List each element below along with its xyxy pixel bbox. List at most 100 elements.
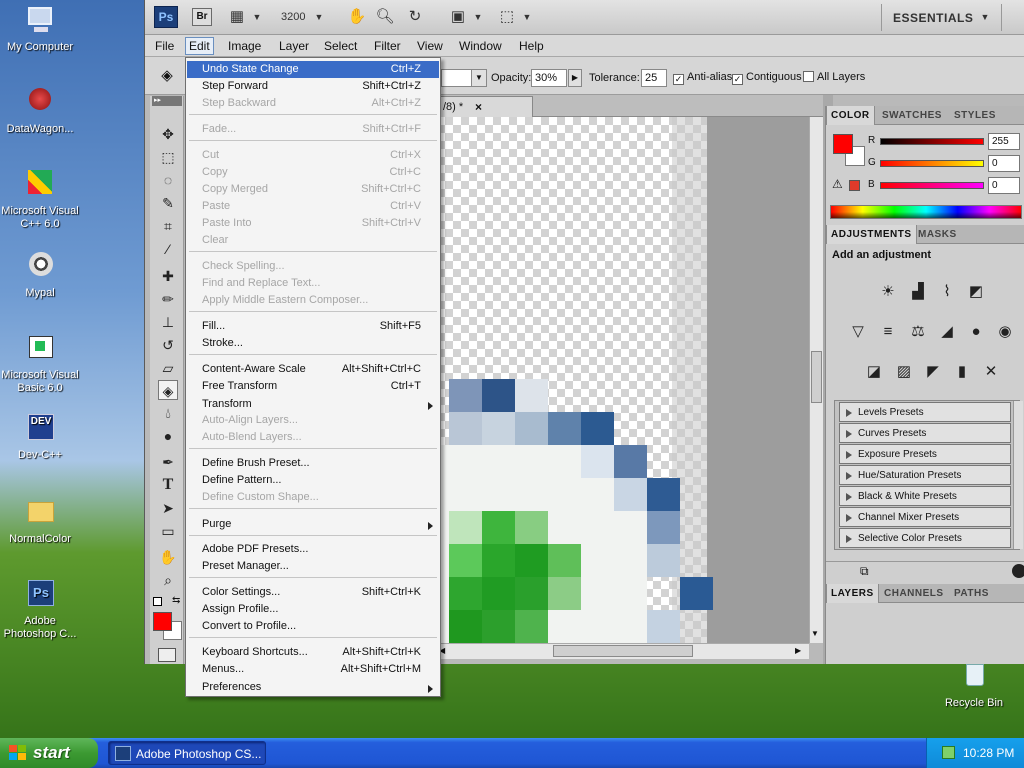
hand-tool-icon[interactable]: ✋ (158, 547, 178, 567)
menu-help[interactable]: Help (516, 38, 547, 54)
eyedropper-tool-icon[interactable]: ⁄ (158, 239, 178, 259)
chevron-down-icon[interactable]: ▼ (247, 7, 267, 27)
contiguous-checkbox[interactable]: ✓ Contiguous (732, 71, 802, 85)
menu-item-free-transform[interactable]: Free Transform Ctrl+T (187, 378, 439, 395)
close-icon[interactable]: × (475, 100, 482, 114)
chevron-down-icon[interactable]: ▼ (975, 7, 995, 27)
blue-slider[interactable] (880, 182, 984, 189)
swap-colors-icon[interactable]: ⇆ (172, 595, 180, 606)
path-selection-tool-icon[interactable]: ➤ (158, 498, 178, 518)
presets-scrollbar[interactable] (1013, 401, 1023, 549)
preset-levels[interactable]: Levels Presets (839, 402, 1011, 422)
foreground-color-swatch[interactable] (153, 612, 172, 631)
document-canvas-area[interactable] (435, 117, 809, 643)
blue-value-input[interactable]: 0 (988, 177, 1020, 194)
brightness-contrast-icon[interactable]: ☀ (876, 280, 900, 304)
tab-swatches[interactable]: SWATCHES (878, 106, 946, 125)
all-layers-checkbox[interactable]: All Layers (803, 71, 865, 83)
gamut-warning-icon[interactable]: ⚠ (832, 177, 843, 191)
return-to-list-icon[interactable]: ⧉ (860, 564, 869, 579)
green-value-input[interactable]: 0 (988, 155, 1020, 172)
history-brush-tool-icon[interactable]: ↺ (158, 335, 178, 355)
type-tool-icon[interactable]: T (158, 475, 178, 495)
red-value-input[interactable]: 255 (988, 133, 1020, 150)
menu-item-preset-manager[interactable]: Preset Manager... (187, 558, 439, 575)
document-tab[interactable]: /8) * × (437, 96, 533, 117)
photo-filter-icon[interactable]: ● (964, 320, 988, 344)
vertical-scrollbar[interactable]: ▼ (809, 117, 823, 643)
image-canvas[interactable] (437, 117, 713, 643)
desktop-icon-dev-cpp[interactable]: DEV Dev-C++ (0, 412, 80, 462)
workspace-switcher[interactable]: ESSENTIALS (893, 11, 973, 25)
menu-image[interactable]: Image (225, 38, 264, 54)
preset-hue-saturation[interactable]: Hue/Saturation Presets (839, 465, 1011, 485)
menu-item-convert-to-profile[interactable]: Convert to Profile... (187, 618, 439, 635)
tab-masks[interactable]: MASKS (914, 225, 961, 244)
desktop-icon-visual-cpp[interactable]: Microsoft Visual C++ 6.0 (0, 168, 80, 231)
preset-black-white[interactable]: Black & White Presets (839, 486, 1011, 506)
levels-icon[interactable]: ▟ (906, 280, 930, 304)
rotate-view-icon[interactable]: ↻ (405, 7, 425, 27)
opacity-input[interactable]: 30% (531, 69, 567, 87)
gradient-map-icon[interactable]: ▮ (950, 360, 974, 384)
channel-mixer-icon[interactable]: ◉ (993, 320, 1017, 344)
paint-bucket-tool-icon[interactable]: ◈ (158, 380, 178, 400)
launch-bridge-button[interactable]: Br (192, 8, 212, 26)
menu-item-menus[interactable]: Menus... Alt+Shift+Ctrl+M (187, 661, 439, 678)
desktop-icon-normalcolor[interactable]: NormalColor (0, 496, 80, 546)
screen-mode-icon[interactable]: ⬚ (497, 7, 517, 27)
preset-channel-mixer[interactable]: Channel Mixer Presets (839, 507, 1011, 527)
quick-selection-tool-icon[interactable]: ✎ (158, 193, 178, 213)
zoom-tool-icon[interactable]: 🔍︎ (375, 7, 395, 27)
menu-layer[interactable]: Layer (276, 38, 312, 54)
crop-tool-icon[interactable]: ⌗ (158, 216, 178, 236)
menu-view[interactable]: View (414, 38, 446, 54)
zoom-level[interactable]: 3200 (281, 11, 305, 23)
chevron-down-icon[interactable]: ▼ (517, 7, 537, 27)
desktop-icon-recycle-bin[interactable]: Recycle Bin (934, 660, 1014, 710)
start-button[interactable]: start (0, 738, 98, 768)
vibrance-icon[interactable]: ▽ (846, 320, 870, 344)
lasso-tool-icon[interactable]: ◌ (158, 170, 178, 190)
posterize-icon[interactable]: ▨ (892, 360, 916, 384)
tab-channels[interactable]: CHANNELS (880, 584, 948, 603)
preset-selective-color[interactable]: Selective Color Presets (839, 528, 1011, 548)
blur-tool-icon[interactable]: 💧︎ (158, 403, 178, 423)
opacity-slider-button[interactable]: ▶ (568, 69, 582, 87)
menu-item-define-pattern[interactable]: Define Pattern... (187, 472, 439, 489)
menu-item-step-forward[interactable]: Step Forward Shift+Ctrl+Z (187, 78, 439, 95)
dodge-tool-icon[interactable]: ● (158, 426, 178, 446)
selective-color-icon[interactable]: ✕ (979, 360, 1003, 384)
panel-fg-color-swatch[interactable] (833, 134, 853, 154)
scroll-thumb[interactable] (553, 645, 693, 657)
menu-item-content-aware-scale[interactable]: Content-Aware Scale Alt+Shift+Ctrl+C (187, 361, 439, 378)
menu-window[interactable]: Window (456, 38, 505, 54)
chevron-right-icon[interactable]: ▶ (795, 646, 801, 655)
web-color-swatch[interactable] (849, 180, 860, 191)
menu-item-transform[interactable]: Transform (187, 396, 439, 413)
chevron-down-icon[interactable]: ▼ (309, 7, 329, 27)
invert-icon[interactable]: ◪ (862, 360, 886, 384)
tab-layers[interactable]: LAYERS (826, 584, 879, 603)
menu-filter[interactable]: Filter (371, 38, 404, 54)
taskbar-item-photoshop[interactable]: Adobe Photoshop CS... (108, 741, 266, 765)
chevron-down-icon[interactable]: ▼ (811, 629, 819, 638)
mode-dropdown[interactable]: ▼ (441, 69, 487, 87)
toggle-visibility-icon[interactable] (1012, 564, 1024, 578)
zoom-tool-icon[interactable]: ⌕ (158, 570, 178, 590)
tab-paths[interactable]: PATHS (950, 584, 993, 603)
desktop-icon-visual-basic[interactable]: Microsoft Visual Basic 6.0 (0, 332, 80, 395)
menu-select[interactable]: Select (321, 38, 360, 54)
scroll-thumb[interactable] (811, 351, 822, 403)
desktop-icon-datawagon[interactable]: DataWagon... (0, 86, 80, 136)
toolbox-collapse-icon[interactable]: ▸▸ (152, 96, 182, 106)
view-extras-icon[interactable]: ▦ (227, 7, 247, 27)
desktop-icon-photoshop[interactable]: Ps Adobe Photoshop C... (0, 578, 80, 641)
preset-exposure[interactable]: Exposure Presets (839, 444, 1011, 464)
desktop-icon-mypal[interactable]: Mypal (0, 250, 80, 300)
brush-tool-icon[interactable]: ✏ (158, 289, 178, 309)
menu-item-keyboard-shortcuts[interactable]: Keyboard Shortcuts... Alt+Shift+Ctrl+K (187, 644, 439, 661)
healing-brush-tool-icon[interactable]: ✚ (158, 266, 178, 286)
tolerance-input[interactable]: 25 (641, 69, 667, 87)
anti-alias-checkbox[interactable]: ✓ Anti-alias (673, 71, 732, 85)
